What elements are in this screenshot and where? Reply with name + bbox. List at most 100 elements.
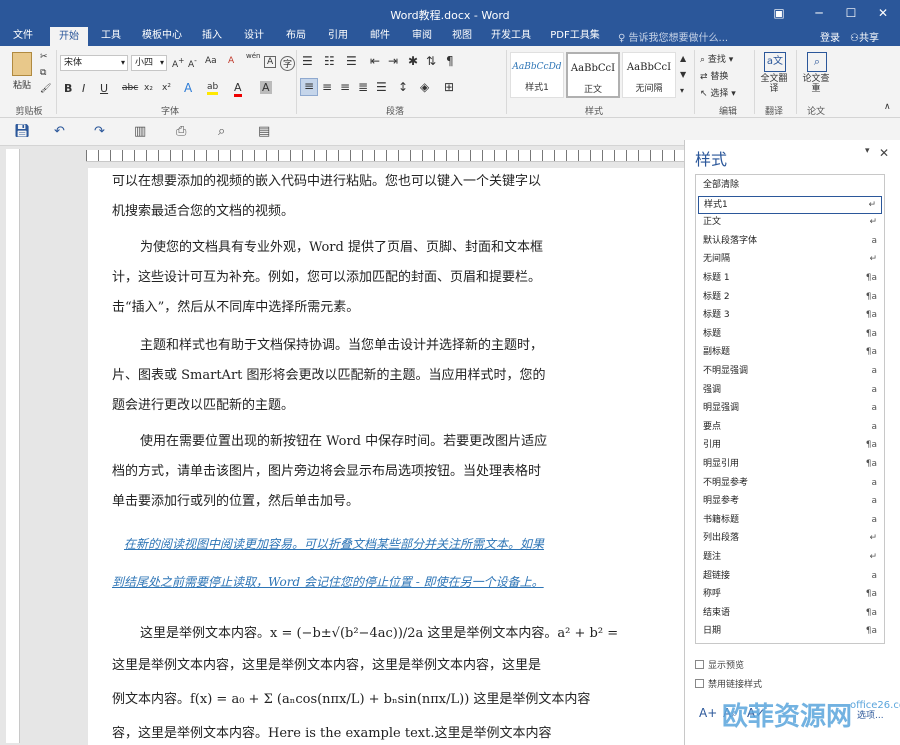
tab-references[interactable]: 引用 — [320, 27, 356, 46]
numbering-icon[interactable]: ☷ — [324, 54, 335, 68]
find-button[interactable]: ⌕ 查找 ▾ — [700, 52, 733, 65]
style-list-item[interactable]: 超链接 a — [698, 568, 882, 586]
tab-mailings[interactable]: 邮件 — [362, 27, 398, 46]
style-list-item[interactable]: 引用 ¶a — [698, 437, 882, 455]
copy-icon[interactable]: ⧉ — [40, 68, 46, 78]
hyperlink-text-line[interactable]: 在新的阅读视图中阅读更加容易。可以折叠文档某些部分并关注所需文本。如果 — [124, 535, 644, 552]
show-marks-icon[interactable]: ¶ — [446, 54, 454, 68]
style-list-item[interactable]: 无间隔 ↵ — [698, 251, 882, 269]
format-painter-icon[interactable]: 🖌 — [40, 84, 51, 94]
cut-icon[interactable]: ✂ — [40, 52, 48, 62]
char-border-button[interactable]: A — [264, 56, 277, 68]
new-style-icon[interactable]: A+ — [699, 706, 717, 720]
distribute-icon[interactable]: ☰ — [376, 80, 387, 94]
style-list-item[interactable]: 明显引用 ¶a — [698, 456, 882, 474]
font-size-select[interactable]: 小四 ▾ — [131, 55, 167, 71]
style-list-item[interactable]: 标题 ¶a — [698, 326, 882, 344]
print-layout-icon[interactable]: ⎙ — [176, 124, 186, 139]
redo-icon[interactable]: ↷ — [94, 124, 105, 139]
style-list-item[interactable]: 样式1 ↵ — [698, 195, 882, 214]
close-button[interactable]: ✕ — [870, 3, 896, 23]
strikethrough-button[interactable]: abc — [122, 83, 138, 93]
undo-icon[interactable]: ↶ — [54, 124, 65, 139]
tab-home[interactable]: 开始 — [50, 27, 88, 46]
style-list-item[interactable]: 明显强调 a — [698, 400, 882, 418]
tell-me-search[interactable]: ♀ 告诉我您想要做什么... — [618, 29, 728, 44]
disable-linked-styles-checkbox[interactable]: 禁用链接样式 — [695, 677, 762, 690]
gallery-more-icon[interactable]: ▾ — [680, 86, 684, 95]
font-color-button[interactable]: A — [234, 81, 242, 97]
italic-button[interactable]: I — [82, 82, 85, 95]
tab-tools[interactable]: 工具 — [92, 27, 130, 46]
tab-template-center[interactable]: 模板中心 — [136, 27, 188, 46]
style-list-item[interactable]: 标题 2 ¶a — [698, 289, 882, 307]
style-list-item[interactable]: 日期 ¶a — [698, 623, 882, 641]
select-button[interactable]: ↖ 选择 ▾ — [700, 86, 736, 99]
hyperlink-text-line[interactable]: 到结尾处之前需要停止读取，Word 会记住您的停止位置 - 即使在另一个设备上。 — [112, 573, 632, 590]
collapse-ribbon-icon[interactable]: ∧ — [884, 102, 891, 112]
minimize-button[interactable]: ─ — [806, 3, 832, 23]
show-preview-checkbox[interactable]: 显示预览 — [695, 658, 744, 671]
tab-file[interactable]: 文件 — [4, 27, 42, 46]
style-list-item[interactable]: 正文 ↵ — [698, 214, 882, 232]
sort-icon[interactable]: ⇅ — [426, 54, 436, 68]
style-list-item[interactable]: 要点 a — [698, 419, 882, 437]
style-list-item[interactable]: 明显参考 a — [698, 493, 882, 511]
translate-button[interactable]: a文 全文翻译 — [760, 52, 790, 94]
pane-options-icon[interactable]: ▾ — [865, 146, 870, 156]
share-button[interactable]: ⚇共享 — [850, 29, 879, 44]
grow-font-button[interactable]: A+ — [172, 56, 184, 70]
paste-button[interactable]: 粘贴 — [6, 52, 38, 91]
tab-review[interactable]: 审阅 — [404, 27, 440, 46]
print-preview-icon[interactable]: ⌕ — [218, 124, 225, 139]
style-gallery-item[interactable]: AaBbCcI 无间隔 — [622, 52, 676, 98]
tab-view[interactable]: 视图 — [444, 27, 480, 46]
multilevel-list-icon[interactable]: ☰ — [346, 54, 357, 68]
style-list-item[interactable]: 列出段落 ↵ — [698, 530, 882, 548]
enclose-char-button[interactable]: 字 — [280, 56, 296, 71]
maximize-button[interactable]: ☐ — [838, 3, 864, 23]
decrease-indent-icon[interactable]: ⇤ — [370, 54, 380, 68]
subscript-button[interactable]: x₂ — [144, 83, 153, 93]
style-list-item[interactable]: 书籍标题 a — [698, 512, 882, 530]
replace-button[interactable]: ⇄ 替换 — [700, 69, 728, 82]
style-list-item[interactable]: 不明显强调 a — [698, 363, 882, 381]
style-list-item[interactable]: 强调 a — [698, 382, 882, 400]
read-mode-icon[interactable]: ▥ — [134, 124, 146, 139]
style-list-item[interactable]: 不明显参考 a — [698, 475, 882, 493]
tab-design[interactable]: 设计 — [236, 27, 272, 46]
bullets-icon[interactable]: ☰ — [302, 54, 313, 68]
gallery-scroll-down-icon[interactable]: ▼ — [680, 70, 686, 79]
align-center-icon[interactable]: ≡ — [322, 80, 332, 94]
style-gallery-item[interactable]: AaBbCcI 正文 — [566, 52, 620, 98]
justify-icon[interactable]: ≣ — [358, 80, 368, 94]
horizontal-ruler[interactable] — [86, 150, 684, 162]
tab-layout[interactable]: 布局 — [278, 27, 314, 46]
style-list-item[interactable]: 全部清除 — [698, 177, 882, 195]
char-shading-button[interactable]: A — [260, 81, 272, 94]
underline-button[interactable]: U — [100, 82, 108, 95]
style-list-item[interactable]: 标题 1 ¶a — [698, 270, 882, 288]
clear-format-button[interactable]: A — [228, 56, 234, 66]
style-list-item[interactable]: 副标题 ¶a — [698, 344, 882, 362]
style-list-item[interactable]: 称呼 ¶a — [698, 586, 882, 604]
align-right-icon[interactable]: ≡ — [340, 80, 350, 94]
ribbon-display-icon[interactable]: ▣ — [766, 3, 792, 23]
tab-developer[interactable]: 开发工具 — [486, 27, 536, 46]
style-gallery-item[interactable]: AaBbCcDd 样式1 — [510, 52, 564, 98]
paper-check-button[interactable]: ⌕ 论文查重 — [802, 52, 832, 94]
style-list-item[interactable]: 结束语 ¶a — [698, 605, 882, 623]
shading-icon[interactable]: ◈ — [420, 80, 429, 94]
customize-icon[interactable]: ▤ — [258, 124, 270, 139]
save-icon[interactable]: 💾︎ — [14, 124, 31, 139]
sign-in-link[interactable]: 登录 — [820, 29, 840, 44]
text-effects-button[interactable]: A — [184, 81, 192, 95]
close-pane-icon[interactable]: ✕ — [879, 146, 889, 160]
tab-pdf-tools[interactable]: PDF工具集 — [544, 27, 606, 46]
change-case-button[interactable]: Aa — [205, 56, 217, 66]
gallery-scroll-up-icon[interactable]: ▲ — [680, 54, 686, 63]
shrink-font-button[interactable]: A- — [188, 56, 197, 70]
increase-indent-icon[interactable]: ⇥ — [388, 54, 398, 68]
bold-button[interactable]: B — [64, 82, 72, 95]
borders-icon[interactable]: ⊞ — [444, 80, 454, 94]
